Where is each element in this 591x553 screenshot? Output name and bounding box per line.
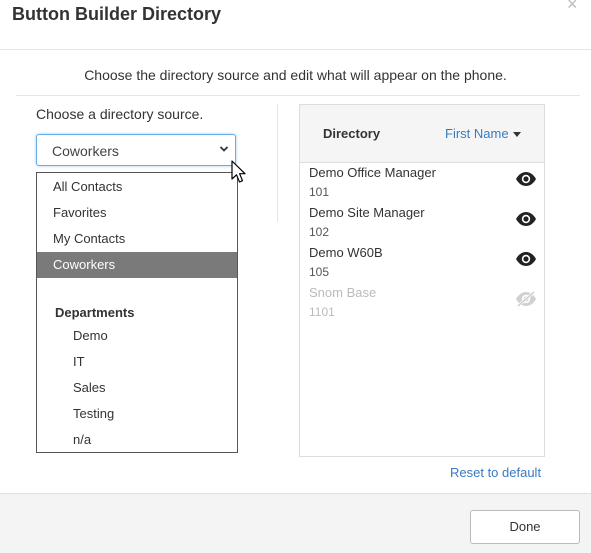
option-dept-na[interactable]: n/a	[37, 427, 237, 453]
directory-header: Directory First Name	[300, 105, 544, 163]
option-favorites[interactable]: Favorites	[37, 200, 237, 226]
eye-icon[interactable]	[515, 251, 537, 267]
reset-to-default-link[interactable]: Reset to default	[450, 465, 541, 480]
eye-icon[interactable]	[515, 171, 537, 187]
option-dept-testing[interactable]: Testing	[37, 401, 237, 427]
done-button[interactable]: Done	[470, 510, 580, 544]
option-all-contacts[interactable]: All Contacts	[37, 174, 237, 200]
entry-number: 102	[309, 225, 330, 239]
source-label: Choose a directory source.	[36, 106, 204, 122]
entry-number: 101	[309, 185, 330, 199]
entry-name: Demo Office Manager	[309, 165, 436, 180]
select-value: Coworkers	[52, 143, 119, 159]
directory-title: Directory	[323, 126, 381, 141]
dialog-title: Button Builder Directory	[12, 4, 222, 24]
mouse-cursor-icon	[231, 160, 246, 183]
departments-group-label: Departments	[55, 305, 135, 320]
option-dept-sales[interactable]: Sales	[37, 375, 237, 401]
entry-number: 1101	[309, 305, 335, 319]
column-divider	[277, 104, 278, 222]
dialog-subtitle: Choose the directory source and edit wha…	[84, 67, 507, 83]
option-coworkers[interactable]: Coworkers	[37, 252, 237, 278]
sort-dropdown[interactable]: First Name	[445, 126, 509, 141]
directory-panel: Directory First Name Demo Office Manager…	[299, 104, 545, 457]
source-dropdown-list: All Contacts Favorites My Contacts Cowor…	[36, 172, 238, 453]
directory-source-select[interactable]: Coworkers	[36, 134, 236, 166]
close-icon[interactable]: ×	[567, 0, 578, 15]
title-divider	[0, 49, 591, 50]
eye-icon[interactable]	[515, 211, 537, 227]
entry-number: 105	[309, 265, 330, 279]
dialog-footer: Done	[0, 493, 591, 553]
entry-name: Demo Site Manager	[309, 205, 425, 220]
chevron-down-icon	[219, 146, 229, 152]
eye-slash-icon[interactable]	[515, 291, 537, 307]
option-my-contacts[interactable]: My Contacts	[37, 226, 237, 252]
caret-down-icon[interactable]	[513, 132, 521, 137]
option-dept-demo[interactable]: Demo	[37, 323, 237, 349]
entry-name: Snom Base	[309, 285, 377, 300]
entry-name: Demo W60B	[309, 245, 383, 260]
option-dept-it[interactable]: IT	[37, 349, 237, 375]
subtitle-divider	[16, 95, 580, 96]
